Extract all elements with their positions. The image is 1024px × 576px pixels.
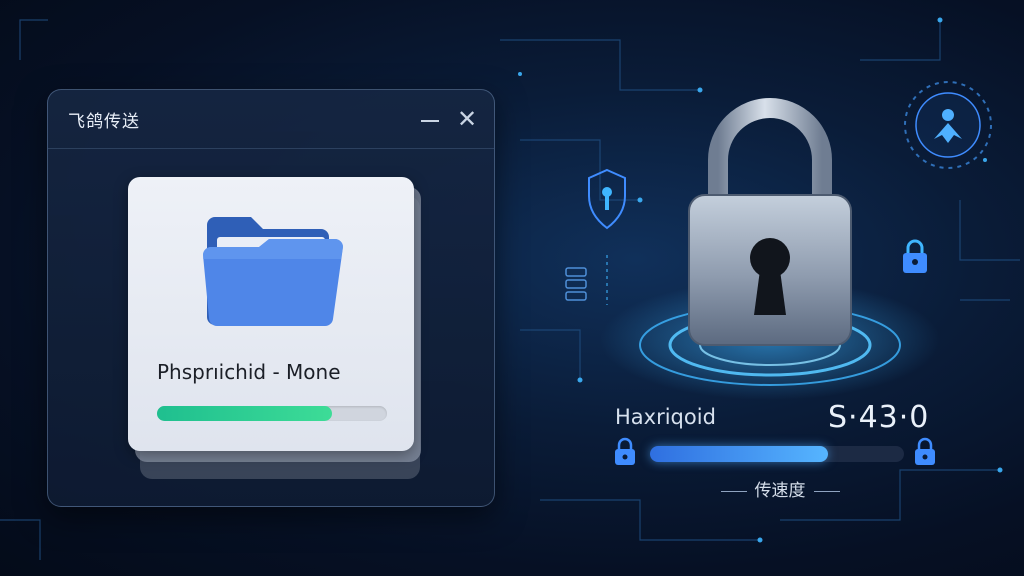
small-lock-right-icon [915,437,935,465]
file-progress-bar [157,406,387,421]
small-lock-left-icon [615,437,635,465]
caption-dash-left [720,490,747,492]
user-shield-icon [904,81,992,169]
file-name: Phsprıichid - Mone [157,360,341,384]
speed-caption: 传速度 [700,476,860,501]
close-icon[interactable]: ✕ [456,107,478,131]
server-icon [565,267,587,301]
speed-progress-bar [650,446,904,462]
transfer-value: S·43·0 [828,400,930,435]
caption-dash-right [813,490,840,492]
transfer-window: 飞鸽传送 ✕ Phsprıichid - Mone [47,89,495,507]
file-progress-fill [157,406,332,421]
small-lock-icon [903,239,927,273]
window-title: 飞鸽传送 [68,112,140,132]
folder-icon [203,217,343,327]
transfer-label: Haxriqoid [615,405,716,429]
window-titlebar: 飞鸽传送 ✕ [48,90,494,149]
minimize-icon[interactable] [419,108,441,130]
file-card[interactable]: Phsprıichid - Mone [128,177,414,451]
speed-caption-text: 传速度 [754,481,806,501]
speed-progress-fill [650,446,828,462]
shield-icon [588,168,626,230]
padlock-icon [688,98,852,346]
